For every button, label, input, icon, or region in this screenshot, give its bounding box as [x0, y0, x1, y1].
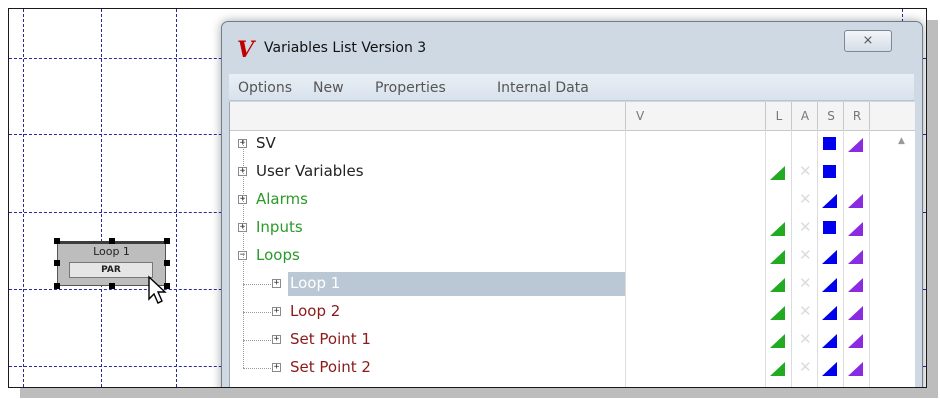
grid-line [23, 9, 24, 387]
tree-connector [243, 368, 271, 369]
flag-green-triangle-icon[interactable] [770, 250, 785, 264]
disabled-x-icon[interactable]: ✕ [799, 162, 812, 180]
tree-row-label: SV [256, 134, 276, 152]
resize-handle[interactable] [109, 238, 115, 244]
expand-plus-icon[interactable]: + [272, 279, 281, 288]
tree-row[interactable]: +Groups✕ [230, 382, 890, 387]
tree-row[interactable]: + Loop 2 ✕ [230, 298, 890, 326]
flag-purple-triangle-icon[interactable] [848, 250, 863, 264]
flag-blue-triangle-icon[interactable] [822, 194, 837, 208]
tree-row[interactable]: + Loop 1 ✕ [230, 270, 890, 298]
column-header-spacer [869, 102, 892, 130]
resize-handle[interactable] [54, 238, 60, 244]
menu-internal-data[interactable]: Internal Data [497, 80, 589, 96]
flag-blue-triangle-icon[interactable] [822, 250, 837, 264]
tree-row[interactable]: + Inputs ✕ [230, 214, 890, 242]
tree-row-label: Loops [256, 246, 300, 264]
window-titlebar[interactable]: V Variables List Version 3 ⨯ [222, 22, 922, 67]
menu-new[interactable]: New [313, 80, 344, 96]
disabled-x-icon[interactable]: ✕ [799, 386, 812, 387]
flag-purple-triangle-icon[interactable] [848, 334, 863, 348]
tree-connector [243, 140, 244, 368]
flag-purple-triangle-icon[interactable] [848, 362, 863, 376]
tree-connector [243, 284, 271, 285]
flag-blue-triangle-icon[interactable] [822, 334, 837, 348]
tree-row-label: Loop 1 [290, 274, 341, 292]
disabled-x-icon[interactable]: ✕ [799, 330, 812, 348]
tree-connector [243, 340, 271, 341]
tree-connector [243, 312, 271, 313]
column-header-row: V L A S R [230, 102, 915, 131]
tree-row-label: Set Point 1 [290, 330, 371, 348]
flag-blue-triangle-icon[interactable] [822, 362, 837, 376]
flag-blue-triangle-icon[interactable] [822, 278, 837, 292]
flag-square-icon[interactable] [823, 221, 836, 234]
par-button[interactable]: PAR [69, 262, 153, 278]
flag-purple-triangle-icon[interactable] [848, 278, 863, 292]
window-title: Variables List Version 3 [264, 40, 427, 56]
disabled-x-icon[interactable]: ✕ [799, 190, 812, 208]
frame-shadow-right [926, 20, 938, 398]
tree-row-label: Loop 2 [290, 302, 341, 320]
disabled-x-icon[interactable]: ✕ [799, 358, 812, 376]
flag-blue-triangle-icon[interactable] [822, 306, 837, 320]
resize-handle[interactable] [109, 283, 115, 289]
flag-square-icon[interactable] [823, 137, 836, 150]
tree-row[interactable]: + User Variables ✕ [230, 158, 890, 186]
menu-options[interactable]: Options [238, 80, 292, 96]
tree-row[interactable]: + Alarms ✕ [230, 186, 890, 214]
designer-canvas[interactable]: Loop 1 PAR V Variables List Version 3 ⨯ … [8, 8, 927, 388]
menu-bar: Options New Properties Internal Data [229, 74, 914, 101]
flag-green-triangle-icon[interactable] [770, 306, 785, 320]
column-header-s[interactable]: S [817, 102, 844, 130]
tree-row-label: Set Point 2 [290, 358, 371, 376]
scroll-up-arrow-icon[interactable]: ▲ [898, 136, 905, 146]
arrow-cursor-icon [148, 275, 167, 304]
variables-tree-list[interactable]: V L A S R + SV + User Variables ✕ + Alarms ✕ + In… [229, 102, 915, 387]
flag-square-icon[interactable] [823, 165, 836, 178]
loop-widget-title: Loop 1 [93, 245, 130, 258]
column-header-a[interactable]: A [791, 102, 818, 130]
disabled-x-icon[interactable]: ✕ [799, 218, 812, 236]
column-header-r[interactable]: R [843, 102, 870, 130]
tree-row-label: Groups [256, 386, 309, 387]
menu-properties[interactable]: Properties [375, 80, 446, 96]
flag-green-triangle-icon[interactable] [770, 334, 785, 348]
disabled-x-icon[interactable]: ✕ [799, 246, 812, 264]
column-header-l[interactable]: L [765, 102, 792, 130]
flag-green-triangle-icon[interactable] [770, 222, 785, 236]
app-logo-icon: V [237, 37, 255, 63]
grid-line [101, 9, 102, 387]
tree-row[interactable]: + Set Point 2 ✕ [230, 354, 890, 382]
flag-purple-triangle-icon[interactable] [848, 306, 863, 320]
tree-row-label: User Variables [256, 162, 364, 180]
tree-row[interactable]: + Set Point 1 ✕ [230, 326, 890, 354]
disabled-x-icon[interactable]: ✕ [799, 302, 812, 320]
frame-shadow-bottom [20, 387, 938, 398]
flag-green-triangle-icon[interactable] [770, 362, 785, 376]
tree-row[interactable]: − Loops ✕ [230, 242, 890, 270]
tree-row[interactable]: + SV [230, 130, 890, 158]
flag-green-triangle-icon[interactable] [770, 166, 785, 180]
column-header-v[interactable]: V [625, 102, 765, 130]
expand-plus-icon[interactable]: + [272, 307, 281, 316]
tree-row-label: Alarms [256, 190, 308, 208]
flag-purple-triangle-icon[interactable] [848, 222, 863, 236]
expand-plus-icon[interactable]: + [272, 363, 281, 372]
resize-handle[interactable] [164, 238, 170, 244]
variables-list-window[interactable]: V Variables List Version 3 ⨯ Options New… [221, 21, 923, 387]
disabled-x-icon[interactable]: ✕ [799, 274, 812, 292]
flag-green-triangle-icon[interactable] [770, 278, 785, 292]
expand-plus-icon[interactable]: + [272, 335, 281, 344]
tree-row-label: Inputs [256, 218, 303, 236]
resize-handle[interactable] [164, 260, 170, 266]
flag-purple-triangle-icon[interactable] [848, 138, 863, 152]
resize-handle[interactable] [54, 283, 60, 289]
grid-line [176, 9, 177, 387]
close-button[interactable]: ⨯ [844, 30, 892, 52]
resize-handle[interactable] [54, 260, 60, 266]
flag-purple-triangle-icon[interactable] [848, 194, 863, 208]
